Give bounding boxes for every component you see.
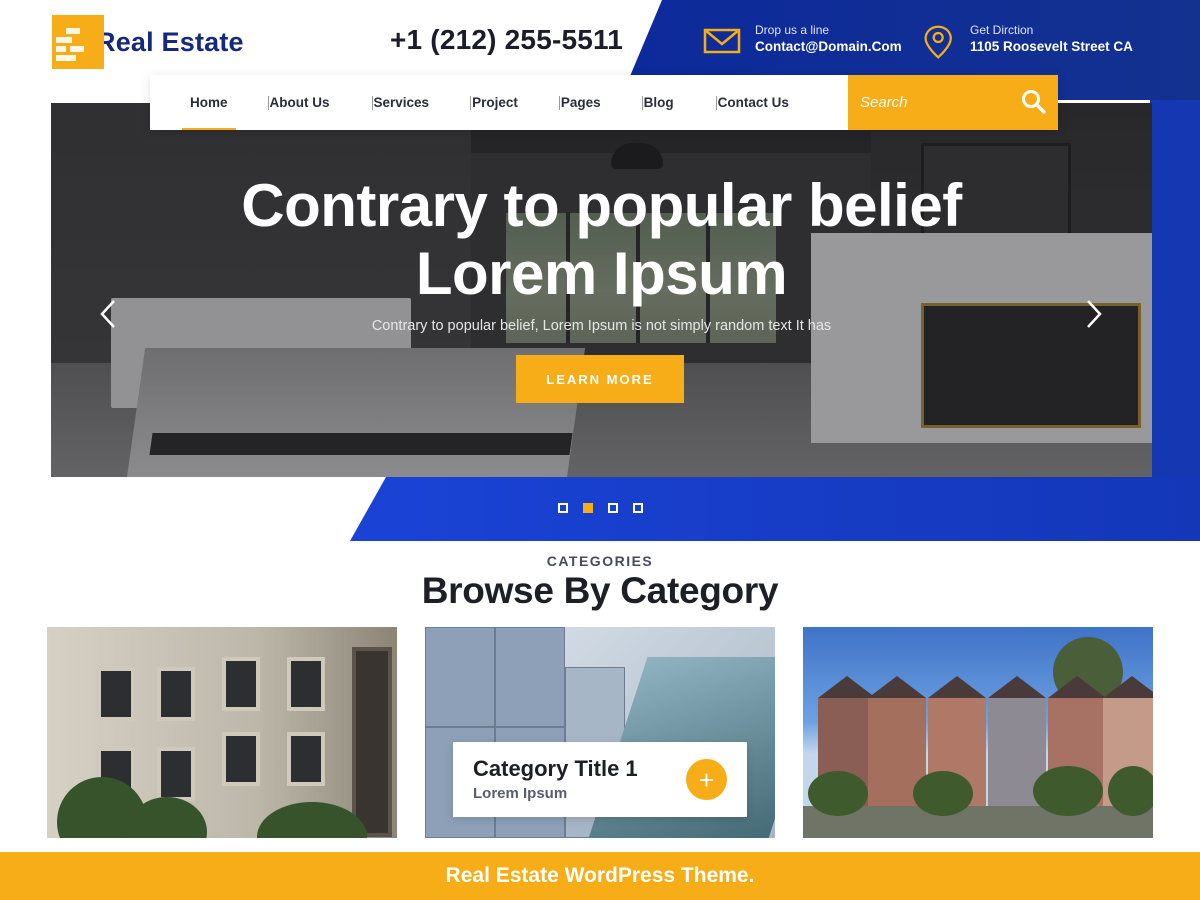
address-label: Get Dirction — [970, 23, 1034, 37]
category-card-3[interactable] — [803, 627, 1153, 838]
nav-item-about-us[interactable]: About Us — [267, 75, 330, 130]
location-pin-icon — [924, 25, 952, 59]
hero-subtitle: Contrary to popular belief, Lorem Ipsum … — [371, 318, 832, 334]
category-overlay: Category Title 1 Lorem Ipsum + — [453, 742, 747, 817]
slide-dot-1[interactable] — [558, 503, 568, 513]
address-value[interactable]: 1105 Roosevelt Street CA — [970, 38, 1133, 56]
category-card-2[interactable]: Category Title 1 Lorem Ipsum + — [425, 627, 775, 838]
slide-dot-4[interactable] — [633, 503, 643, 513]
hero-blue-band — [350, 477, 1200, 541]
email-contact[interactable]: Drop us a line Contact@Domain.Com — [703, 22, 902, 62]
category-card-1[interactable] — [47, 627, 397, 838]
hero-title-line1: Contrary to popular belief — [241, 172, 962, 239]
footer-bar: Real Estate WordPress Theme. — [0, 852, 1200, 900]
nav-item-services[interactable]: Services — [371, 75, 429, 130]
hero-title: Contrary to popular belief Lorem Ipsum — [51, 172, 1152, 308]
logo[interactable]: Real Estate — [52, 15, 244, 69]
slider-dots — [558, 503, 643, 513]
address-contact[interactable]: Get Dirction 1105 Roosevelt Street CA — [922, 22, 1133, 62]
nav-menu: Home About Us Services Project Pages Blo… — [150, 75, 848, 130]
nav-item-project[interactable]: Project — [470, 75, 518, 130]
nav-item-blog[interactable]: Blog — [641, 75, 674, 130]
next-slide-arrow-icon[interactable] — [1080, 297, 1106, 331]
hero-title-line2: Lorem Ipsum — [415, 240, 788, 307]
slide-dot-2[interactable] — [583, 503, 593, 513]
category-expand-button[interactable]: + — [686, 759, 727, 800]
hero-blue-side — [1150, 100, 1200, 480]
slide-dot-3[interactable] — [608, 503, 618, 513]
envelope-icon — [703, 28, 741, 54]
search-box — [848, 75, 1058, 130]
brick-logo-icon — [52, 15, 104, 69]
main-nav: Home About Us Services Project Pages Blo… — [150, 75, 1058, 130]
footer-text: Real Estate WordPress Theme. — [445, 864, 755, 887]
nav-item-home[interactable]: Home — [182, 75, 235, 130]
search-icon[interactable] — [1020, 88, 1048, 116]
nav-item-pages[interactable]: Pages — [558, 75, 601, 130]
categories-heading: Browse By Category — [421, 570, 779, 611]
learn-more-button[interactable]: LEARN MORE — [516, 355, 684, 403]
nav-item-contact-us[interactable]: Contact Us — [715, 75, 789, 130]
email-value[interactable]: Contact@Domain.Com — [755, 38, 902, 56]
categories-eyebrow: CATEGORIES — [546, 553, 654, 569]
brand-name: Real Estate — [96, 26, 244, 57]
email-label: Drop us a line — [755, 23, 830, 37]
prev-slide-arrow-icon[interactable] — [96, 297, 122, 331]
header-phone[interactable]: +1 (212) 255-5511 — [390, 24, 623, 56]
search-input[interactable] — [848, 75, 1008, 130]
